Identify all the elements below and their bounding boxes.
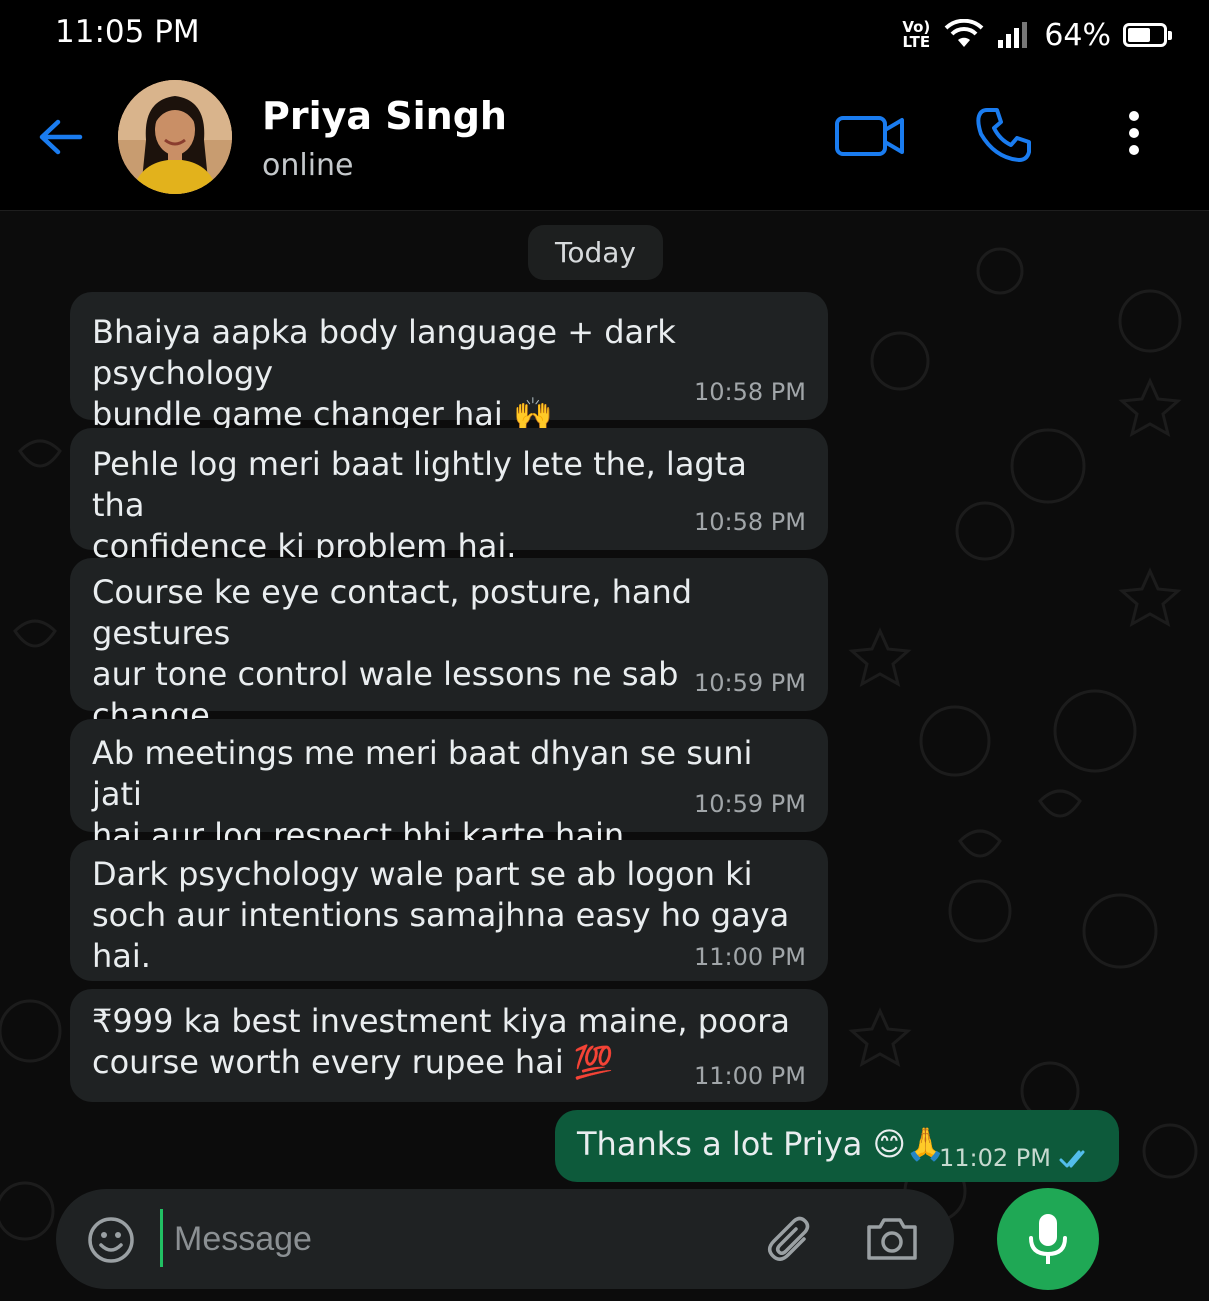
message-bubble-incoming[interactable]: Bhaiya aapka body language + dark psycho… (70, 292, 828, 433)
back-arrow-icon[interactable] (36, 112, 86, 162)
mic-button[interactable] (997, 1188, 1099, 1290)
date-chip: Today (528, 225, 663, 280)
video-call-icon[interactable] (834, 110, 906, 160)
status-indicators: Vo) LTE 64% (900, 12, 1172, 58)
contact-name[interactable]: Priya Singh (262, 94, 507, 138)
avatar-image (118, 80, 232, 194)
message-bubble-outgoing[interactable]: Thanks a lot Priya 😊🙏 11:02 PM (555, 1110, 1119, 1182)
message-bubble-incoming[interactable]: Dark psychology wale part se ab logon ki… (70, 840, 828, 981)
message-time: 10:58 PM (694, 508, 806, 536)
chat-area[interactable]: Today Bhaiya aapka body language + dark … (0, 211, 1209, 1301)
status-time: 11:05 PM (55, 14, 200, 50)
contact-status: online (262, 148, 354, 183)
message-time: 11:02 PM (939, 1144, 1051, 1172)
message-bubble-incoming[interactable]: Ab meetings me meri baat dhyan se suni j… (70, 719, 828, 854)
message-bubble-incoming[interactable]: ₹999 ka best investment kiya maine, poor… (70, 989, 828, 1102)
message-time: 11:00 PM (694, 1062, 806, 1090)
message-text: Pehle log meri baat lightly lete the, la… (92, 445, 747, 565)
chat-header: Priya Singh online (0, 72, 1209, 211)
emoji-icon[interactable] (86, 1215, 136, 1265)
more-options-icon[interactable] (1116, 106, 1152, 166)
attach-icon[interactable] (764, 1213, 818, 1267)
status-bar: 11:05 PM Vo) LTE 64% (0, 0, 1209, 72)
message-text: Bhaiya aapka body language + dark psycho… (92, 313, 676, 433)
message-input[interactable] (172, 1215, 736, 1263)
message-composer (56, 1189, 954, 1289)
mic-icon (1029, 1214, 1067, 1264)
message-time: 10:59 PM (694, 669, 806, 697)
battery-icon (1123, 23, 1172, 47)
signal-icon (998, 22, 1028, 48)
avatar[interactable] (118, 80, 232, 194)
wifi-icon (944, 19, 984, 47)
message-time: 10:58 PM (694, 378, 806, 406)
volte-icon: Vo) LTE (902, 18, 931, 51)
battery-percent: 64% (1044, 17, 1111, 53)
message-time: 11:00 PM (694, 943, 806, 971)
read-ticks-icon (1059, 1150, 1085, 1168)
message-time: 10:59 PM (694, 790, 806, 818)
message-bubble-incoming[interactable]: Course ke eye contact, posture, hand ges… (70, 558, 828, 775)
text-cursor (160, 1209, 163, 1267)
message-bubble-incoming[interactable]: Pehle log meri baat lightly lete the, la… (70, 428, 828, 565)
camera-icon[interactable] (864, 1215, 920, 1263)
voice-call-icon[interactable] (975, 106, 1033, 164)
